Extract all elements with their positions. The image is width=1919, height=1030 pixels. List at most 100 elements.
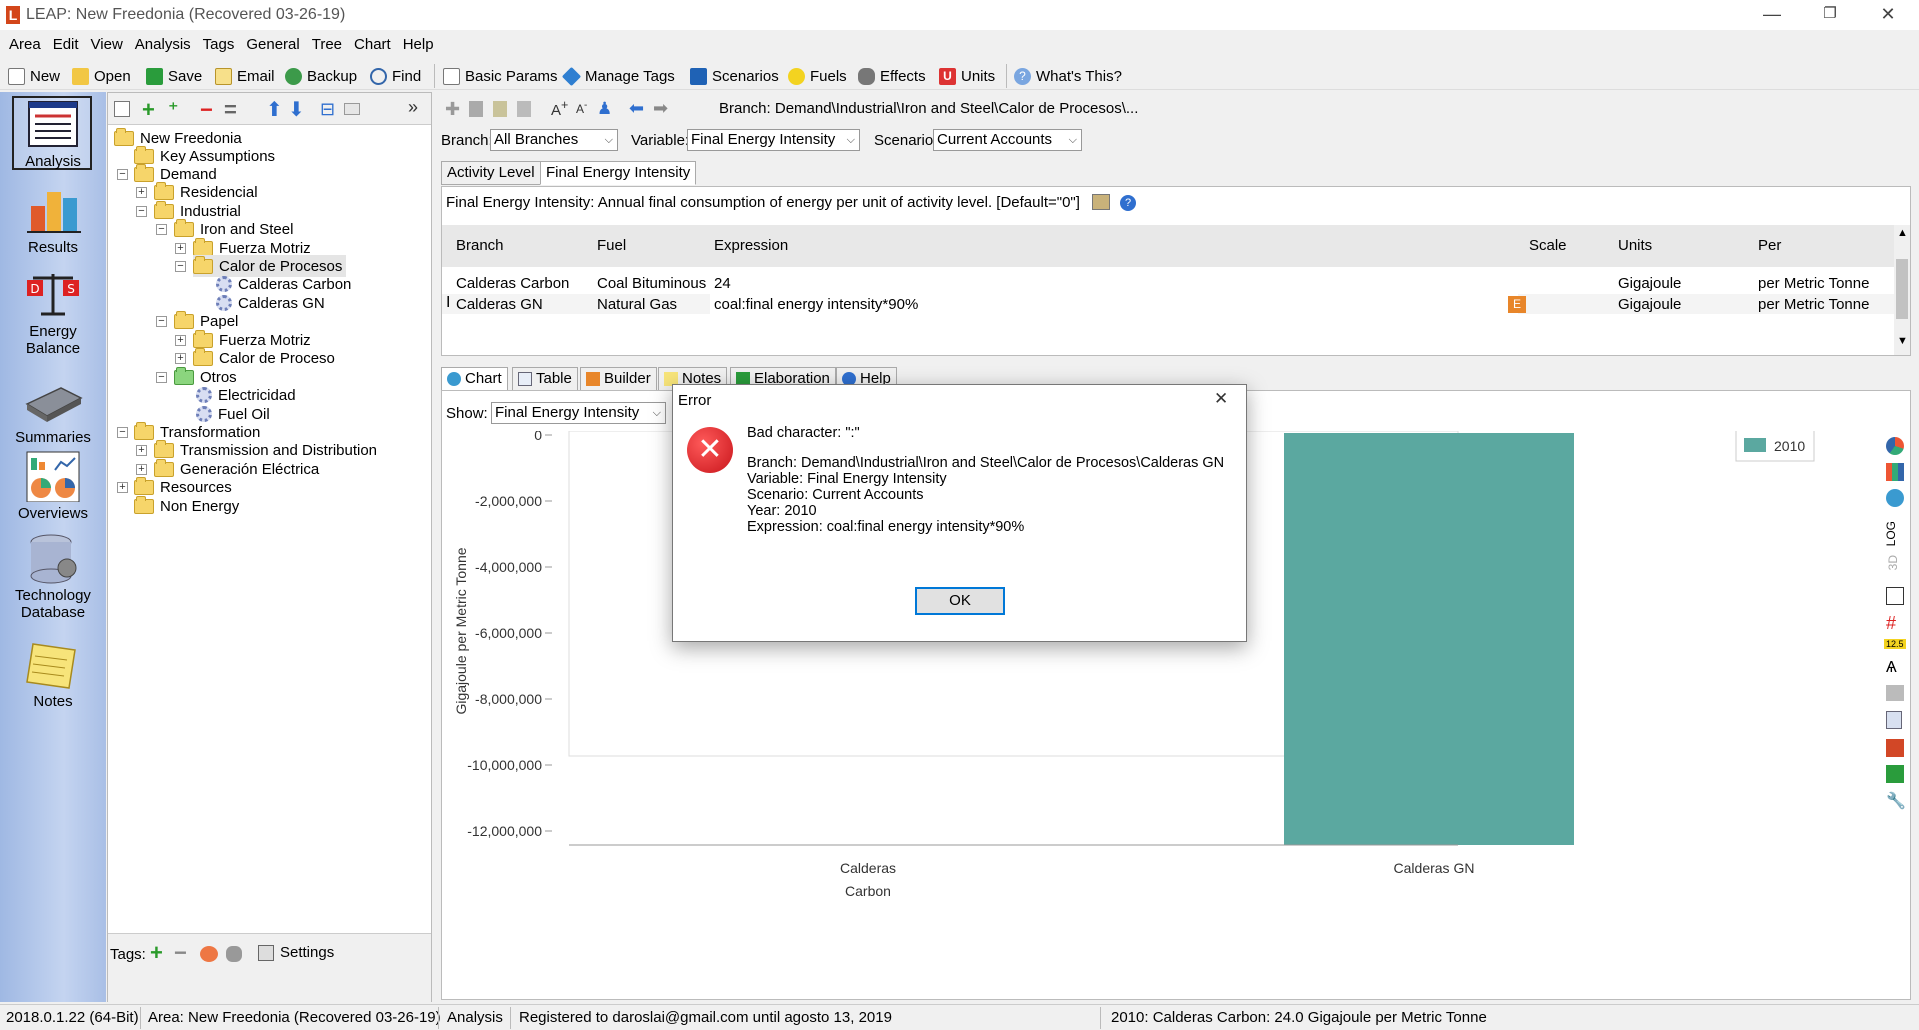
menu-view[interactable]: View: [85, 32, 129, 58]
expand-papel-fuerza-icon[interactable]: +: [175, 335, 186, 346]
row-expression[interactable]: 24: [714, 275, 731, 292]
scroll-down-icon[interactable]: ▼: [1897, 335, 1908, 347]
save-button[interactable]: Save: [146, 64, 202, 88]
tag-color-icon[interactable]: [200, 946, 218, 962]
paste-icon[interactable]: [493, 101, 507, 117]
show-select[interactable]: Final Energy Intensity ⌵: [491, 402, 666, 424]
nav-overviews[interactable]: Overviews: [0, 450, 106, 522]
scenarios-button[interactable]: Scenarios: [690, 64, 779, 88]
grid-lines-icon[interactable]: #: [1886, 613, 1896, 634]
powerpoint-icon[interactable]: [1886, 739, 1904, 757]
table-row[interactable]: I Calderas GN Natural Gas coal:final ene…: [442, 294, 1894, 314]
open-button[interactable]: Open: [72, 64, 131, 88]
nav-energy-balance[interactable]: D S Energy Balance: [0, 268, 106, 357]
column-per[interactable]: Per: [1758, 237, 1781, 254]
menu-edit[interactable]: Edit: [47, 32, 85, 58]
scroll-up-icon[interactable]: ▲: [1897, 227, 1908, 239]
column-branch[interactable]: Branch: [456, 237, 504, 254]
restore-button[interactable]: ❐: [1801, 0, 1859, 30]
import-icon[interactable]: [517, 101, 531, 117]
nav-notes[interactable]: Notes: [0, 638, 106, 710]
collapse-industrial-icon[interactable]: −: [136, 206, 147, 217]
print-icon[interactable]: [1886, 685, 1904, 701]
tab-chart[interactable]: Chart: [441, 367, 508, 391]
expand-residencial-icon[interactable]: +: [136, 187, 147, 198]
backup-button[interactable]: Backup: [285, 64, 357, 88]
values-badge[interactable]: 12.5: [1884, 639, 1906, 649]
tab-final-energy-intensity[interactable]: Final Energy Intensity: [540, 161, 697, 185]
scenario-select[interactable]: Current Accounts ⌵: [933, 129, 1082, 151]
scroll-thumb[interactable]: [1896, 259, 1908, 319]
increase-font-icon[interactable]: A+: [551, 98, 568, 119]
tab-table[interactable]: Table: [512, 367, 578, 391]
menu-general[interactable]: General: [240, 32, 305, 58]
tab-activity-level[interactable]: Activity Level: [441, 161, 541, 185]
fuels-button[interactable]: Fuels: [788, 64, 847, 88]
globe-icon[interactable]: [1886, 489, 1904, 507]
copy-icon[interactable]: [469, 101, 483, 117]
nav-results[interactable]: Results: [0, 184, 106, 256]
close-button[interactable]: ✕: [1859, 0, 1917, 30]
effects-button[interactable]: Effects: [858, 64, 926, 88]
tree-outline-icon[interactable]: ⊟: [320, 99, 335, 120]
help-question-icon[interactable]: ?: [1120, 195, 1136, 211]
minimize-button[interactable]: —: [1743, 0, 1801, 30]
pie-type-icon[interactable]: [1886, 437, 1904, 455]
move-up-icon[interactable]: ⬆: [266, 97, 283, 122]
email-button[interactable]: Email: [215, 64, 275, 88]
nav-summaries[interactable]: Summaries: [0, 374, 106, 446]
remove-icon[interactable]: =: [224, 97, 237, 123]
remove-tag-icon[interactable]: −: [174, 940, 187, 966]
font-icon[interactable]: Ѧ: [1886, 659, 1897, 677]
menu-help[interactable]: Help: [397, 32, 440, 58]
branch-select[interactable]: All Branches ⌵: [490, 129, 618, 151]
bar-type-icon[interactable]: [1886, 463, 1904, 481]
expression-editor[interactable]: coal:final energy intensity*90%: [710, 294, 1518, 314]
menu-area[interactable]: Area: [0, 32, 47, 58]
column-scale[interactable]: Scale: [1529, 237, 1567, 254]
expand-transmission-icon[interactable]: +: [136, 445, 147, 456]
log-scale-toggle[interactable]: LOG: [1884, 521, 1898, 546]
folder-icon[interactable]: [344, 103, 360, 115]
table-row[interactable]: Calderas Carbon Coal Bituminous 24 Gigaj…: [442, 273, 1894, 293]
variable-select[interactable]: Final Energy Intensity ⌵: [687, 129, 860, 151]
collapse-transformation-icon[interactable]: −: [117, 427, 128, 438]
3d-toggle[interactable]: 3D: [1886, 555, 1900, 570]
expand-generacion-icon[interactable]: +: [136, 464, 147, 475]
tree-node-non-energy[interactable]: Non Energy: [134, 495, 239, 517]
delete-branch-icon[interactable]: −: [200, 97, 213, 123]
tag-filter-icon[interactable]: [226, 946, 242, 962]
copy-chart-icon[interactable]: [1886, 711, 1902, 729]
menu-tree[interactable]: Tree: [306, 32, 348, 58]
menu-analysis[interactable]: Analysis: [129, 32, 197, 58]
column-units[interactable]: Units: [1618, 237, 1652, 254]
whats-this-button[interactable]: ? What's This?: [1014, 64, 1122, 88]
forward-arrow-icon[interactable]: ➡: [653, 98, 668, 119]
collapse-demand-icon[interactable]: −: [117, 169, 128, 180]
default-edit-icon[interactable]: [1092, 194, 1110, 210]
column-fuel[interactable]: Fuel: [597, 237, 626, 254]
wrench-icon[interactable]: 🔧: [1886, 791, 1906, 811]
save-chart-icon[interactable]: [1886, 765, 1904, 783]
add-multiple-icon[interactable]: ⁺: [168, 97, 179, 122]
collapse-papel-icon[interactable]: −: [156, 316, 167, 327]
decrease-font-icon[interactable]: A-: [576, 100, 587, 116]
tab-builder[interactable]: Builder: [580, 367, 657, 391]
menu-chart[interactable]: Chart: [348, 32, 397, 58]
expand-resources-icon[interactable]: +: [117, 482, 128, 493]
add-tag-icon[interactable]: +: [150, 940, 163, 966]
move-down-icon[interactable]: ⬇: [288, 97, 305, 122]
collapse-iron-steel-icon[interactable]: −: [156, 224, 167, 235]
add-branch-icon[interactable]: +: [142, 97, 155, 123]
grid-scrollbar[interactable]: ▲ ▼: [1894, 225, 1910, 355]
expand-fuerza-motriz-icon[interactable]: +: [175, 243, 186, 254]
new-button[interactable]: New: [8, 64, 60, 88]
dialog-close-button[interactable]: ✕: [1214, 389, 1228, 409]
expand-calor-proceso-icon[interactable]: +: [175, 353, 186, 364]
menu-tags[interactable]: Tags: [197, 32, 241, 58]
collapse-otros-icon[interactable]: −: [156, 372, 167, 383]
people-icon[interactable]: ♟: [597, 99, 612, 119]
expression-builder-icon[interactable]: E: [1508, 296, 1526, 313]
more-tools-icon[interactable]: »: [408, 97, 418, 118]
legend-icon[interactable]: [1886, 587, 1904, 605]
